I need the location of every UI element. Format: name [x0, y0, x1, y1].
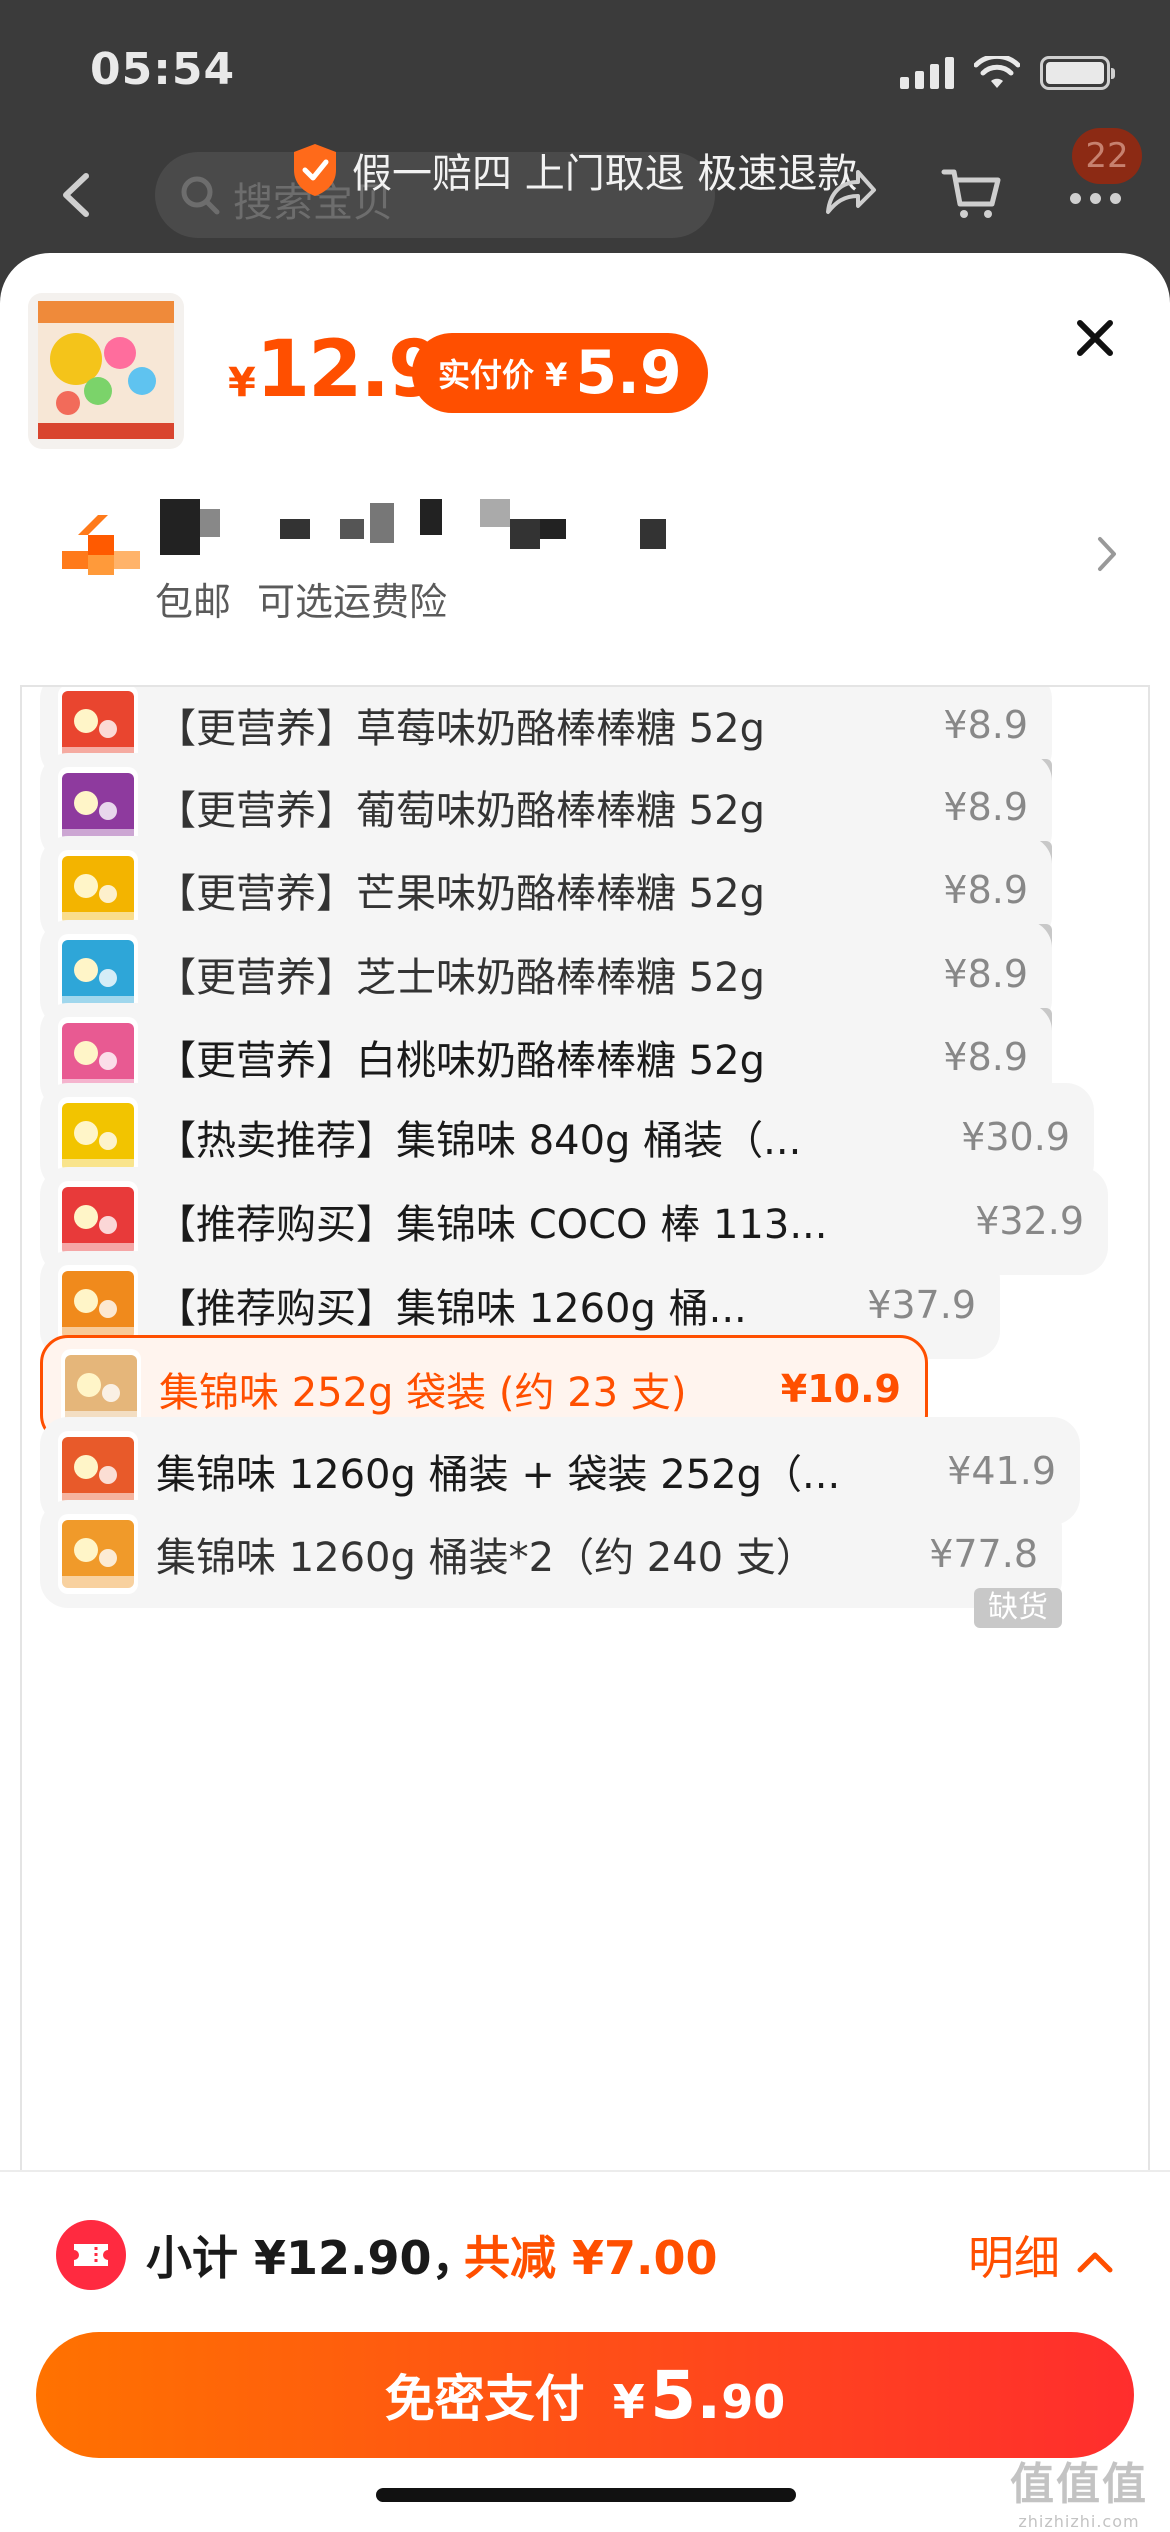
free-shipping-tag: 包邮 [155, 580, 232, 624]
coupon-icon [56, 2220, 126, 2290]
sku-thumbnail [58, 1181, 138, 1261]
shipping-row[interactable]: 包邮 可选运费险 [0, 471, 1170, 624]
sku-label: 【推荐购买】集锦味 1260g 桶... [156, 1286, 747, 1332]
pay-amount-dec: 90 [721, 2374, 786, 2429]
mosaic-redaction [160, 499, 666, 555]
status-bar: 05:54 [0, 0, 1170, 140]
more-menu-icon[interactable] [1060, 178, 1130, 218]
pay-amount-int: 5. [650, 2356, 722, 2434]
product-price: ¥12.9 [228, 325, 442, 415]
watermark: 值值值 zhizhizhi.com [1010, 2448, 1148, 2531]
actual-price-label: 实付价 ¥ [438, 356, 568, 394]
actual-price-pill: 实付价 ¥ 5.9 [412, 333, 708, 413]
cellular-signal-icon [900, 57, 954, 89]
sku-price: ¥77.8 [929, 1532, 1038, 1576]
product-thumbnail[interactable] [28, 293, 184, 449]
chevron-up-icon [1077, 2252, 1113, 2272]
back-arrow-icon[interactable] [56, 170, 96, 220]
guarantee-banner: 假一赔四 上门取退 极速退款 [290, 140, 857, 200]
price-detail-label: 明细 [968, 2231, 1060, 2285]
product-nav-bar: 搜索宝贝 假一赔四 上门取退 极速退款 22 [0, 128, 1170, 250]
sku-price: ¥8.9 [943, 868, 1028, 912]
sku-option-list[interactable]: 【更营养】草莓味奶酪棒棒糖 52g ¥8.9 缺货 【更营养】葡萄味奶酪棒棒糖 52g… [20, 687, 1150, 2170]
shipping-tags: 包邮 可选运费险 [155, 571, 473, 626]
sku-label: 【更营养】葡萄味奶酪棒棒糖 52g [156, 788, 766, 834]
pay-button[interactable]: 免密支付 ¥ 5.90 [36, 2332, 1134, 2458]
sku-label: 集锦味 1260g 桶装 + 袋装 252g（... [156, 1452, 841, 1498]
status-time: 05:54 [90, 44, 236, 95]
price-detail-toggle[interactable]: 明细 [968, 2222, 1114, 2288]
sku-label: 【更营养】芝士味奶酪棒棒糖 52g [156, 955, 766, 1001]
actual-price-value: 5.9 [575, 338, 682, 408]
wifi-icon [974, 56, 1020, 88]
sku-label: 【更营养】草莓味奶酪棒棒糖 52g [156, 706, 766, 752]
sku-thumbnail [58, 850, 138, 930]
sku-price: ¥8.9 [943, 952, 1028, 996]
checkout-bar: 小计 ¥12.90， 共减 ¥7.00 明细 免密支付 ¥ 5.90 [0, 2170, 1170, 2532]
pay-amount: ¥ 5.90 [613, 2357, 786, 2434]
pay-currency: ¥ [612, 2374, 645, 2429]
sku-thumbnail [58, 1431, 138, 1511]
sku-label: 【推荐购买】集锦味 COCO 棒 113... [156, 1202, 828, 1248]
watermark-sub: zhizhizhi.com [1018, 2512, 1140, 2531]
share-icon[interactable] [820, 162, 880, 222]
shield-check-icon [294, 144, 336, 196]
sku-selection-sheet: ¥12.9 实付价 ¥ 5.9 包邮 可选运费险 【更营养】草莓味奶酪棒棒糖 5… [0, 253, 1170, 2532]
status-icons [900, 56, 1115, 90]
shipping-insurance-tag: 可选运费险 [257, 580, 448, 624]
out-of-stock-badge: 缺货 [974, 1588, 1062, 1628]
sku-label: 集锦味 1260g 桶装*2（约 240 支） [156, 1535, 816, 1581]
close-icon[interactable] [1070, 313, 1120, 363]
store-logo-icon [62, 515, 140, 575]
pay-button-label: 免密支付 [384, 2370, 585, 2428]
sku-thumbnail [58, 1514, 138, 1594]
cart-count-badge: 22 [1072, 128, 1142, 184]
sku-label: 【更营养】芒果味奶酪棒棒糖 52g [156, 871, 766, 917]
sku-price: ¥10.9 [780, 1367, 901, 1411]
sku-price: ¥37.9 [867, 1283, 976, 1327]
guarantee-text: 假一赔四 上门取退 极速退款 [352, 151, 858, 197]
cart-icon[interactable] [940, 162, 1004, 226]
sku-option[interactable]: 集锦味 1260g 桶装*2（约 240 支） ¥77.8 [40, 1500, 1062, 1608]
home-indicator[interactable] [376, 2488, 796, 2502]
sku-thumbnail [58, 1097, 138, 1177]
search-icon [181, 176, 220, 215]
sku-thumbnail [58, 934, 138, 1014]
price-currency: ¥ [228, 360, 256, 406]
sku-price: ¥8.9 [943, 785, 1028, 829]
sku-label: 【更营养】白桃味奶酪棒棒糖 52g [156, 1038, 766, 1084]
sku-price: ¥30.9 [961, 1115, 1070, 1159]
chevron-right-icon [1098, 537, 1116, 571]
sku-price: ¥8.9 [943, 1035, 1028, 1079]
sku-price: ¥32.9 [975, 1199, 1084, 1243]
sku-price: ¥41.9 [947, 1449, 1056, 1493]
sku-thumbnail [58, 767, 138, 847]
discount-text: 共减 ¥7.00 [464, 2231, 718, 2285]
sku-label: 集锦味 252g 袋装 (约 23 支) [159, 1370, 687, 1416]
sku-label: 【热卖推荐】集锦味 840g 桶装（... [156, 1118, 802, 1164]
watermark-text: 值值值 [1010, 2459, 1148, 2510]
subtotal-text: 小计 ¥12.90， [146, 2231, 478, 2285]
sku-price: ¥8.9 [943, 703, 1028, 747]
sku-thumbnail [58, 1265, 138, 1345]
battery-icon [1040, 56, 1115, 90]
